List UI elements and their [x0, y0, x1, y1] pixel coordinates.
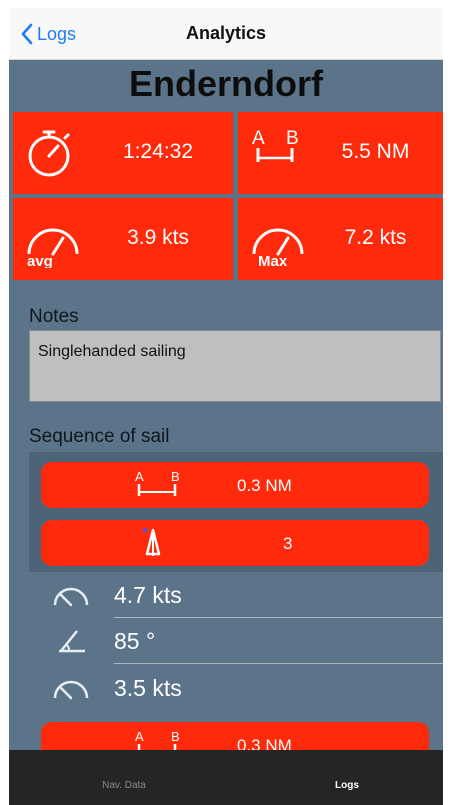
- leg-icon-letter-a: A: [135, 469, 144, 484]
- max-speed-gauge-icon: Max: [252, 228, 304, 268]
- angle-stat: 85 °: [114, 628, 156, 654]
- distance-icon-letter-b: B: [286, 128, 299, 149]
- speed-gauge-icon: [53, 587, 89, 607]
- distance-ab-icon: A B: [252, 128, 299, 162]
- sail-tack-icon: [143, 528, 161, 556]
- next-leg-icon-letter-b: B: [171, 729, 180, 744]
- avg-speed-value: 3.9 kts: [127, 226, 189, 249]
- tab-nav-data[interactable]: Nav. Data: [24, 780, 224, 791]
- tab-bar: Nav. Data Logs: [9, 750, 443, 805]
- analytics-content[interactable]: Enderndorf 1:24:32 A B 5.5 NM avg 3.9 kt…: [9, 60, 443, 750]
- distance-tile: A B 5.5 NM: [238, 112, 443, 194]
- wind-angle-icon: [59, 630, 85, 653]
- row-divider: [114, 663, 443, 664]
- duration-value: 1:24:32: [122, 140, 194, 163]
- next-leg-distance-value: 0.3 NM: [237, 736, 292, 750]
- notes-label: Notes: [29, 306, 79, 327]
- avg-speed-row: 3.5 kts: [29, 665, 443, 711]
- sequence-label: Sequence of sail: [29, 426, 170, 447]
- distance-icon-letter-a: A: [252, 128, 265, 149]
- duration-tile: 1:24:32: [13, 112, 233, 194]
- notes-field[interactable]: Singlehanded sailing: [29, 330, 441, 402]
- stopwatch-icon: [28, 130, 70, 177]
- page-title: Analytics: [185, 23, 267, 43]
- max-speed-value: 7.2 kts: [344, 226, 407, 249]
- angle-row: 85 °: [29, 618, 443, 664]
- leg-icon-letter-b: B: [171, 469, 180, 484]
- avg-speed-tile: avg 3.9 kts: [13, 198, 233, 280]
- tack-count-value: 3: [283, 534, 293, 553]
- avg-icon-text: avg: [27, 253, 53, 268]
- venue-title: Enderndorf: [129, 63, 323, 104]
- tack-count-row[interactable]: 3: [41, 520, 429, 566]
- max-speed-stat: 4.7 kts: [114, 582, 182, 608]
- distance-ab-icon: A B: [135, 469, 180, 496]
- max-speed-tile: Max 7.2 kts: [238, 198, 443, 280]
- leg-distance-value: 0.3 NM: [237, 476, 292, 495]
- avg-speed-stat: 3.5 kts: [114, 675, 182, 701]
- avg-speed-gauge-icon: avg: [27, 228, 79, 268]
- max-icon-text: Max: [258, 253, 288, 268]
- distance-ab-icon: A B: [135, 729, 180, 750]
- next-leg-distance-row[interactable]: A B 0.3 NM: [41, 722, 429, 750]
- leg-distance-row[interactable]: A B 0.3 NM: [41, 462, 429, 508]
- speed-gauge-icon: [53, 680, 89, 700]
- distance-value: 5.5 NM: [341, 140, 410, 163]
- next-leg-icon-letter-a: A: [135, 729, 144, 744]
- max-speed-row: 4.7 kts: [29, 572, 443, 618]
- navigation-bar: Logs Analytics: [9, 8, 443, 60]
- tab-logs[interactable]: Logs: [247, 780, 447, 791]
